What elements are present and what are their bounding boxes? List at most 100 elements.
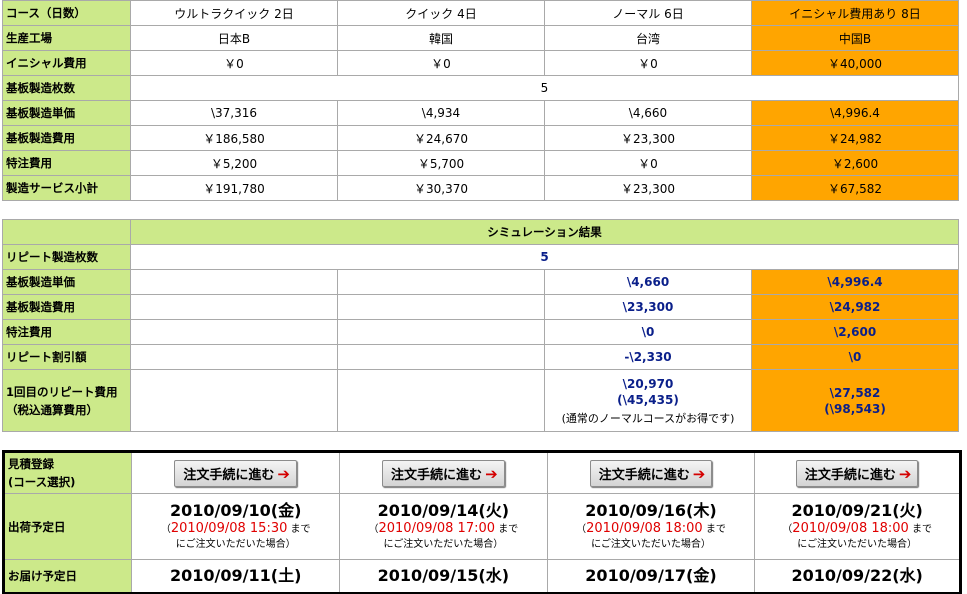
ship-label: 出荷予定日	[2, 493, 133, 560]
cell-value: ￥186,580	[130, 125, 338, 151]
cell-value: ￥5,700	[337, 150, 545, 176]
order-button-label: 注文手続に進む	[183, 467, 275, 483]
cell-value: \37,316	[130, 100, 338, 126]
cell-value	[130, 319, 338, 345]
row-label: イニシャル費用	[2, 50, 131, 76]
cell-value: \4,996.4	[751, 100, 959, 126]
cell-value: \24,982	[750, 294, 960, 320]
empty-cell	[130, 369, 338, 432]
cell-value: \0	[750, 344, 960, 370]
deadline-prefix: （	[160, 524, 171, 535]
ship-cell: 2010/09/16(木) （2010/09/08 18:00 まで にご注文い…	[546, 493, 756, 560]
deadline-note: にご注文いただいた場合）	[591, 539, 711, 550]
deliver-cell: 2010/09/22(水)	[754, 559, 961, 594]
cell-value: ￥24,670	[337, 125, 545, 151]
cell-value: \4,660	[544, 269, 752, 295]
cell-value	[337, 294, 545, 320]
quote-label: 見積登録 (コース選択)	[2, 451, 133, 494]
row-label: 生産工場	[2, 25, 131, 51]
repeat-count-row: リピート製造枚数 5	[2, 244, 960, 270]
empty-cell	[337, 369, 545, 432]
simulation-title: シミュレーション結果	[129, 219, 960, 245]
deadline-time: 2010/09/08 18:00	[792, 521, 909, 536]
quote-label-line1: 見積登録	[8, 457, 54, 471]
row-label: 特注費用	[2, 150, 131, 176]
arrow-right-icon: ➔	[692, 464, 706, 483]
cell-value: 台湾	[544, 25, 752, 51]
simulation-title-row: シミュレーション結果	[2, 219, 960, 245]
cell-value: ￥30,370	[337, 175, 545, 201]
row-label: 基板製造費用	[2, 294, 131, 320]
unit-price-row: 基板製造単価 \37,316 \4,934 \4,660 \4,996.4	[2, 100, 959, 126]
sim-unit-price-row: 基板製造単価 \4,660 \4,996.4	[2, 269, 960, 295]
course-header-row: コース（日数） ウルトラクイック 2日 クイック 4日 ノーマル 6日 イニシャ…	[2, 0, 959, 26]
board-count-value: 5	[130, 75, 959, 101]
order-cell: 注文手続に進む ➔	[339, 451, 548, 494]
first-repeat-normal-cost: \20,970	[622, 376, 674, 391]
course-name-ultraquick: ウルトラクイック 2日	[130, 0, 338, 26]
row-label: リピート製造枚数	[2, 244, 131, 270]
first-repeat-normal: \20,970 (\45,435) (通常のノーマルコースがお得です)	[544, 369, 752, 432]
order-cell: 注文手続に進む ➔	[546, 451, 756, 494]
cell-value: ￥0	[544, 150, 752, 176]
empty-label-cell	[2, 219, 131, 245]
first-repeat-label: 1回目のリピート費用 （税込通算費用）	[2, 369, 131, 432]
deliver-date-row: お届け予定日 2010/09/11(土) 2010/09/15(水) 2010/…	[2, 559, 961, 594]
ship-date: 2010/09/21(火)	[791, 501, 923, 520]
deadline-time: 2010/09/08 17:00	[378, 521, 496, 536]
cell-value: -\2,330	[544, 344, 752, 370]
ship-date: 2010/09/16(木)	[585, 501, 717, 520]
cell-value: ￥0	[544, 50, 752, 76]
cell-value: ￥191,780	[130, 175, 338, 201]
first-repeat-initial-total: (\98,543)	[824, 401, 886, 416]
cell-value: ￥24,982	[751, 125, 959, 151]
deliver-cell: 2010/09/11(土)	[131, 559, 341, 594]
order-deadline: （2010/09/08 17:00 まで	[341, 521, 547, 538]
order-button-initial[interactable]: 注文手続に進む ➔	[795, 459, 919, 487]
cell-value	[337, 344, 545, 370]
row-label: 基板製造単価	[2, 100, 131, 126]
order-button-normal[interactable]: 注文手続に進む ➔	[589, 459, 713, 487]
subtotal-row: 製造サービス小計 ￥191,780 ￥30,370 ￥23,300 ￥67,58…	[2, 175, 959, 201]
sim-discount-row: リピート割引額 -\2,330 \0	[2, 344, 960, 370]
order-button-label: 注文手続に進む	[391, 467, 483, 483]
deadline-time: 2010/09/08 18:00	[586, 521, 703, 536]
cell-value: \4,934	[337, 100, 545, 126]
cell-value: 日本B	[130, 25, 338, 51]
order-deadline: （2010/09/08 18:00 まで	[756, 521, 959, 538]
initial-cost-row: イニシャル費用 ￥0 ￥0 ￥0 ￥40,000	[2, 50, 959, 76]
cell-value: ￥0	[337, 50, 545, 76]
order-button-ultraquick[interactable]: 注文手続に進む ➔	[174, 459, 297, 487]
course-comparison-table: コース（日数） ウルトラクイック 2日 クイック 4日 ノーマル 6日 イニシャ…	[2, 0, 959, 201]
row-label: 特注費用	[2, 319, 131, 345]
sim-special-order-row: 特注費用 \0 \2,600	[2, 319, 960, 345]
ship-cell: 2010/09/14(火) （2010/09/08 17:00 まで にご注文い…	[339, 493, 548, 560]
deadline-prefix: （	[782, 524, 793, 535]
deadline-note: にご注文いただいた場合）	[383, 539, 504, 550]
deliver-cell: 2010/09/15(水)	[339, 559, 548, 594]
first-repeat-initial: \27,582 (\98,543)	[750, 369, 960, 432]
deadline-note: にご注文いただいた場合）	[175, 539, 296, 550]
cell-value: 中国B	[751, 25, 959, 51]
first-repeat-label-line1: 1回目のリピート費用	[6, 384, 118, 399]
ship-cell: 2010/09/10(金) （2010/09/08 15:30 まで にご注文い…	[131, 493, 341, 560]
deliver-date: 2010/09/11(土)	[170, 566, 302, 585]
cell-value: \4,996.4	[750, 269, 960, 295]
quote-label-line2: (コース選択)	[8, 475, 76, 489]
manufacturing-cost-row: 基板製造費用 ￥186,580 ￥24,670 ￥23,300 ￥24,982	[2, 125, 959, 151]
cell-value: ￥0	[130, 50, 338, 76]
deadline-prefix: （	[576, 524, 587, 535]
order-cell: 注文手続に進む ➔	[131, 451, 341, 494]
deadline-time: 2010/09/08 15:30	[170, 521, 288, 536]
quote-row: 見積登録 (コース選択) 注文手続に進む ➔ 注文手続に進む ➔ 注文手続に進む ➔ …	[2, 451, 961, 494]
order-button-quick[interactable]: 注文手続に進む ➔	[382, 459, 505, 487]
cell-value	[337, 319, 545, 345]
cell-value	[337, 269, 545, 295]
cell-value: \0	[544, 319, 752, 345]
cell-value: \2,600	[750, 319, 960, 345]
row-label: 製造サービス小計	[2, 175, 131, 201]
row-label: 基板製造枚数	[2, 75, 131, 101]
simulation-table: シミュレーション結果 リピート製造枚数 5 基板製造単価 \4,660 \4,9…	[2, 219, 960, 432]
ship-date-row: 出荷予定日 2010/09/10(金) （2010/09/08 15:30 まで…	[2, 493, 961, 560]
cell-value: ￥23,300	[544, 125, 752, 151]
